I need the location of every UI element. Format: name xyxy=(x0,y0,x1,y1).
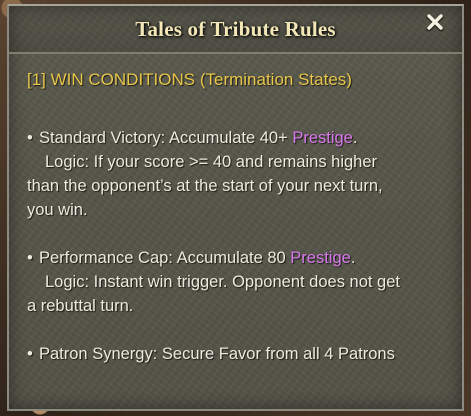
prestige-keyword: Prestige xyxy=(292,129,353,147)
prestige-keyword: Prestige xyxy=(290,249,351,267)
rule-title-suffix: . xyxy=(350,249,356,267)
rule-logic-line: Logic: If your score >= 40 and remains h… xyxy=(45,153,378,171)
bullet-icon: • xyxy=(27,345,33,363)
rule-performance-cap: • Performance Cap: Accumulate 80 Prestige… xyxy=(27,246,448,318)
dialog-title: Tales of Tribute Rules xyxy=(135,17,336,41)
rule-patron-synergy: • Patron Synergy: Secure Favor from all 4… xyxy=(27,342,448,366)
close-button[interactable] xyxy=(424,12,446,34)
rule-title: Standard Victory: Accumulate 40+ xyxy=(39,129,293,147)
rule-standard-victory: • Standard Victory: Accumulate 40+ Presti… xyxy=(27,126,448,222)
rule-title-line: • Standard Victory: Accumulate 40+ Presti… xyxy=(27,126,448,150)
bullet-icon: • xyxy=(27,249,33,267)
rule-title-suffix: . xyxy=(352,129,358,147)
rule-logic-line: than the opponent’s at the start of your… xyxy=(27,177,383,195)
rule-title: Performance Cap: Accumulate 80 xyxy=(39,249,291,267)
rule-logic-line: you win. xyxy=(27,201,88,219)
rule-title-line: • Patron Synergy: Secure Favor from all 4… xyxy=(27,342,448,366)
close-icon xyxy=(426,14,444,32)
bullet-icon: • xyxy=(27,129,33,147)
rule-logic-line: Logic: Instant win trigger. Opponent doe… xyxy=(45,273,400,291)
section-heading: [1] WIN CONDITIONS (Termination States) xyxy=(27,70,352,89)
rule-title-line: • Performance Cap: Accumulate 80 Prestige… xyxy=(27,246,448,270)
rule-title: Patron Synergy: Secure Favor from all 4 … xyxy=(39,345,395,363)
title-bar: Tales of Tribute Rules xyxy=(9,6,462,54)
rules-dialog: Tales of Tribute Rules [1] WIN CONDITION… xyxy=(7,4,464,411)
rules-content: [1] WIN CONDITIONS (Termination States) … xyxy=(27,68,448,390)
rule-logic-line: a rebuttal turn. xyxy=(27,297,134,315)
